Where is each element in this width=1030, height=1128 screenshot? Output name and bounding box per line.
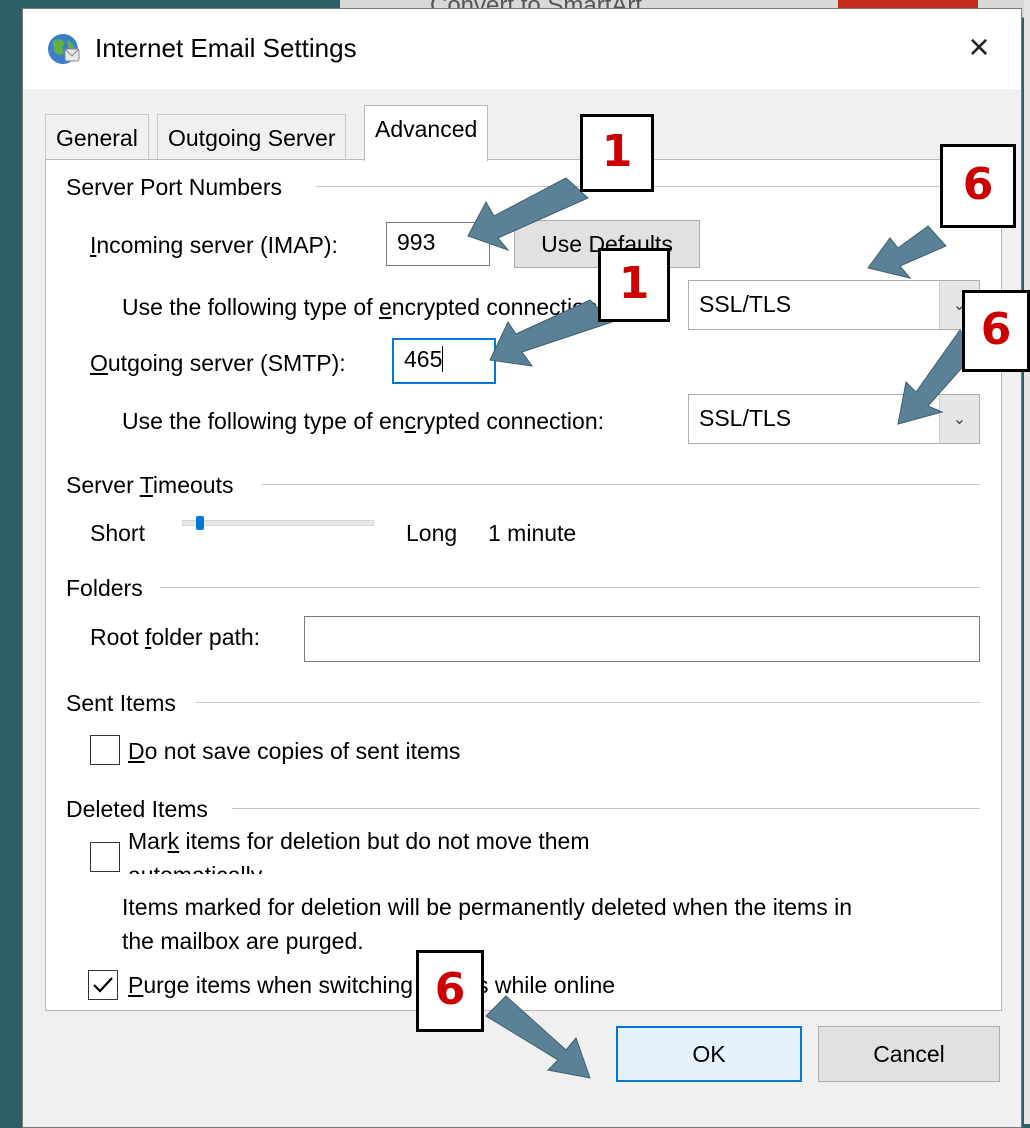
callout-1-incoming: 1: [580, 114, 654, 192]
ok-button[interactable]: OK: [616, 1026, 802, 1082]
outgoing-encryption-select[interactable]: SSL/TLS ⌄: [688, 394, 980, 444]
tab-advanced[interactable]: Advanced: [364, 105, 489, 161]
outgoing-encryption-label: Use the following type of encrypted conn…: [122, 408, 605, 434]
close-icon[interactable]: ×: [959, 27, 999, 67]
background-window-edge: [1024, 0, 1030, 1124]
outgoing-port-input[interactable]: 465: [392, 338, 496, 384]
deleted-items-divider: [232, 808, 980, 809]
tab-outgoing-server[interactable]: Outgoing Server: [157, 114, 347, 160]
do-not-save-sent-label[interactable]: Do not save copies of sent items: [128, 738, 460, 765]
root-folder-input[interactable]: [304, 616, 980, 662]
deleted-items-label: Deleted Items: [66, 796, 208, 822]
timeout-short-label: Short: [90, 520, 145, 546]
callout-6-ok-button: 6: [416, 950, 484, 1032]
purge-items-checkbox[interactable]: [88, 970, 118, 1000]
outgoing-encryption-value: SSL/TLS: [699, 405, 792, 431]
mark-items-checkbox[interactable]: [90, 842, 120, 872]
purge-items-label[interactable]: Purge items when switching folders while…: [128, 972, 615, 999]
dialog-title: Internet Email Settings: [95, 33, 357, 63]
cancel-button[interactable]: Cancel: [818, 1026, 1000, 1082]
checkmark-icon: [93, 977, 113, 993]
incoming-encryption-select[interactable]: SSL/TLS ⌄: [688, 280, 980, 330]
server-port-numbers-label: Server Port Numbers: [66, 174, 283, 200]
timeout-value: 1 minute: [488, 520, 577, 546]
timeout-long-label: Long: [406, 520, 458, 546]
mark-items-label-clip: Mark items for deletion but do not move …: [128, 822, 728, 874]
text-caret: [442, 346, 444, 372]
incoming-encryption-value: SSL/TLS: [699, 291, 792, 317]
tab-general[interactable]: General: [45, 114, 149, 160]
timeout-slider-thumb[interactable]: [196, 516, 204, 530]
outgoing-server-label: Outgoing server (SMTP):: [90, 350, 346, 376]
timeout-slider-track[interactable]: [182, 520, 374, 526]
server-timeouts-label: Server Timeouts: [66, 472, 234, 498]
incoming-server-label: Incoming server (IMAP):: [90, 232, 338, 258]
do-not-save-sent-checkbox[interactable]: [90, 735, 120, 765]
mark-items-label[interactable]: Mark items for deletion but do not move …: [128, 828, 590, 855]
sent-items-label: Sent Items: [66, 690, 176, 716]
mark-items-label-line2: automatically: [128, 862, 262, 874]
callout-1-outgoing: 1: [598, 248, 670, 322]
internet-globe-icon: [48, 34, 80, 64]
folders-divider: [160, 587, 980, 588]
incoming-encryption-label: Use the following type of encrypted conn…: [122, 294, 605, 320]
folders-label: Folders: [66, 575, 143, 601]
sent-items-divider: [196, 702, 980, 703]
deletion-note-line2: the mailbox are purged.: [122, 928, 364, 954]
incoming-port-input[interactable]: 993: [386, 222, 490, 266]
chevron-down-icon[interactable]: ⌄: [939, 395, 979, 443]
callout-6-outgoing-encryption: 6: [962, 290, 1030, 372]
title-bar: Internet Email Settings ×: [23, 9, 1021, 89]
callout-6-incoming-encryption: 6: [940, 144, 1016, 228]
root-folder-label: Root folder path:: [90, 624, 261, 650]
server-timeouts-divider: [262, 484, 980, 485]
deletion-note-line1: Items marked for deletion will be perman…: [122, 894, 852, 920]
